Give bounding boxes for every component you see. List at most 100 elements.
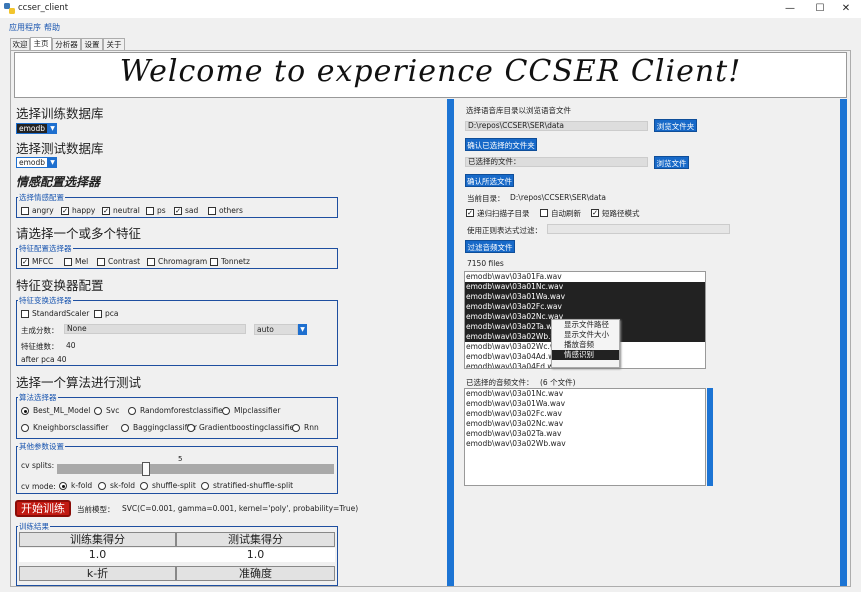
feature-label: Mel [75, 257, 89, 266]
emotion-checkbox[interactable]: ✓ [174, 207, 182, 215]
window-title: ccser_client [18, 3, 69, 13]
emotion-checkbox[interactable]: ✓ [102, 207, 110, 215]
train-db-select[interactable]: emodb [16, 123, 48, 134]
cv-mode-radio[interactable] [98, 482, 106, 490]
other-params-group-title: 其他参数设置 [18, 441, 65, 452]
minimize-button[interactable]: — [775, 0, 805, 18]
selected-file-item[interactable]: emodb\wav\03a02Ta.wav [465, 429, 705, 439]
option-checkbox[interactable]: ✓ [466, 209, 474, 217]
selected-file-item[interactable]: emodb\wav\03a01Nc.wav [465, 389, 705, 399]
feature-checkbox[interactable]: ✓ [21, 258, 29, 266]
emotion-group-title: 选择情感配置 [18, 192, 65, 203]
n-components-mode-select[interactable]: auto [254, 324, 298, 335]
file-list-item[interactable]: emodb\wav\03a01Fa.wav [465, 272, 705, 282]
algo-label: Svc [106, 406, 120, 415]
selected-audio-count: (6 个文件) [540, 378, 576, 387]
algo-radio[interactable] [94, 407, 102, 415]
selected-file-item[interactable]: emodb\wav\03a02Wb.wav [465, 439, 705, 449]
confirm-file-button[interactable]: 确认所选文件 [465, 174, 514, 187]
file-list-item[interactable]: emodb\wav\03a02Fc.wav [465, 302, 705, 312]
current-dir-label: 当前目录： [467, 194, 505, 203]
transformer-checkbox[interactable] [21, 310, 29, 318]
emotion-checkbox[interactable] [208, 207, 216, 215]
dir-label: 选择语音库目录以浏览语音文件 [466, 106, 571, 115]
feature-label: Chromagram [158, 257, 208, 266]
browse-folder-button[interactable]: 浏览文件夹 [654, 119, 697, 132]
start-training-button[interactable]: 开始训练 [15, 500, 71, 517]
confirm-folder-button[interactable]: 确认已选择的文件夹 [465, 138, 537, 151]
feature-checkbox[interactable] [210, 258, 218, 266]
selected-file-item[interactable]: emodb\wav\03a02Nc.wav [465, 419, 705, 429]
feature-checkbox[interactable] [64, 258, 72, 266]
context-menu-item[interactable]: 显示文件大小 [552, 330, 619, 340]
cv-mode-radio[interactable] [140, 482, 148, 490]
feature-label: Tonnetz [221, 257, 250, 266]
context-menu-item[interactable]: 播放音频 [552, 340, 619, 350]
regex-field[interactable] [547, 224, 730, 234]
algo-title: 选择一个算法进行测试 [16, 375, 142, 390]
option-checkbox[interactable] [540, 209, 548, 217]
filter-audio-button[interactable]: 过滤音频文件 [465, 240, 515, 253]
cv-mode-radio[interactable] [59, 482, 67, 490]
selected-files-scrollbar[interactable] [707, 388, 713, 486]
algo-radio[interactable] [21, 407, 29, 415]
emotion-checkbox[interactable] [21, 207, 29, 215]
algo-radio[interactable] [21, 424, 29, 432]
algo-radio[interactable] [292, 424, 300, 432]
emotion-label: neutral [113, 206, 140, 215]
tab-home[interactable]: 主页 [30, 37, 52, 51]
emotion-checkbox[interactable] [146, 207, 154, 215]
emotion-label: others [219, 206, 243, 215]
algo-radio[interactable] [128, 407, 136, 415]
regex-label: 使用正则表达式过滤： [467, 226, 542, 235]
close-button[interactable]: ✕ [831, 0, 861, 18]
context-menu-item[interactable]: 显示文件路径 [552, 320, 619, 330]
chevron-down-icon[interactable]: ▼ [48, 123, 57, 134]
menu-bar [0, 19, 861, 35]
cv-splits-label: cv splits: [21, 461, 55, 470]
dir-field[interactable]: D:\repos\CCSER\SER\data [465, 121, 648, 131]
algo-label: Kneighborsclassifier [33, 423, 109, 432]
feature-checkbox[interactable] [97, 258, 105, 266]
selected-files-list[interactable]: emodb\wav\03a01Nc.wav emodb\wav\03a01Wa.w… [464, 388, 706, 486]
menu-app[interactable]: 应用程序 [9, 22, 41, 33]
transformer-checkbox[interactable] [94, 310, 102, 318]
train-db-title: 选择训练数据库 [16, 106, 104, 121]
results-header-accuracy: 准确度 [176, 566, 335, 581]
option-label: 递归扫描子目录 [477, 209, 530, 218]
algo-radio[interactable] [222, 407, 230, 415]
browse-file-button[interactable]: 浏览文件 [654, 156, 689, 169]
feature-dim-value: 40 [66, 341, 76, 350]
cv-mode-label: shuffle-split [152, 481, 196, 490]
algo-label: Gradientboostingclassifier [199, 423, 298, 432]
n-components-label: 主成分数： [21, 326, 59, 335]
emotion-checkbox[interactable]: ✓ [61, 207, 69, 215]
option-checkbox[interactable]: ✓ [591, 209, 599, 217]
cv-mode-radio[interactable] [201, 482, 209, 490]
context-menu-item[interactable]: 情感识别 [552, 350, 619, 360]
emotion-label: sad [185, 206, 199, 215]
n-components-field[interactable]: None [64, 324, 246, 334]
menu-help[interactable]: 帮助 [44, 22, 60, 33]
results-header-train: 训练集得分 [19, 532, 176, 547]
current-model-label: 当前模型： [77, 505, 115, 514]
test-db-select[interactable]: emodb [16, 157, 48, 168]
results-header-kfold: k-折 [19, 566, 176, 581]
file-list-item[interactable]: emodb\wav\03a01Wa.wav [465, 292, 705, 302]
python-app-icon [4, 3, 15, 14]
selected-file-item[interactable]: emodb\wav\03a01Wa.wav [465, 399, 705, 409]
chevron-down-icon[interactable]: ▼ [48, 157, 57, 168]
file-list-item[interactable]: emodb\wav\03a01Nc.wav [465, 282, 705, 292]
feature-label: Contrast [108, 257, 141, 266]
algo-radio[interactable] [187, 424, 195, 432]
right-scrollbar[interactable] [840, 99, 847, 586]
left-scrollbar[interactable] [447, 99, 454, 586]
algo-radio[interactable] [121, 424, 129, 432]
feature-checkbox[interactable] [147, 258, 155, 266]
cv-splits-slider-handle[interactable] [142, 462, 150, 476]
selected-file-item[interactable]: emodb\wav\03a02Fc.wav [465, 409, 705, 419]
chevron-down-icon[interactable]: ▼ [298, 324, 307, 335]
context-menu: 显示文件路径 显示文件大小 播放音频 情感识别 [551, 319, 620, 368]
algo-label: Best_ML_Model [33, 406, 91, 415]
selected-file-field[interactable]: 已选择的文件： [465, 157, 648, 167]
